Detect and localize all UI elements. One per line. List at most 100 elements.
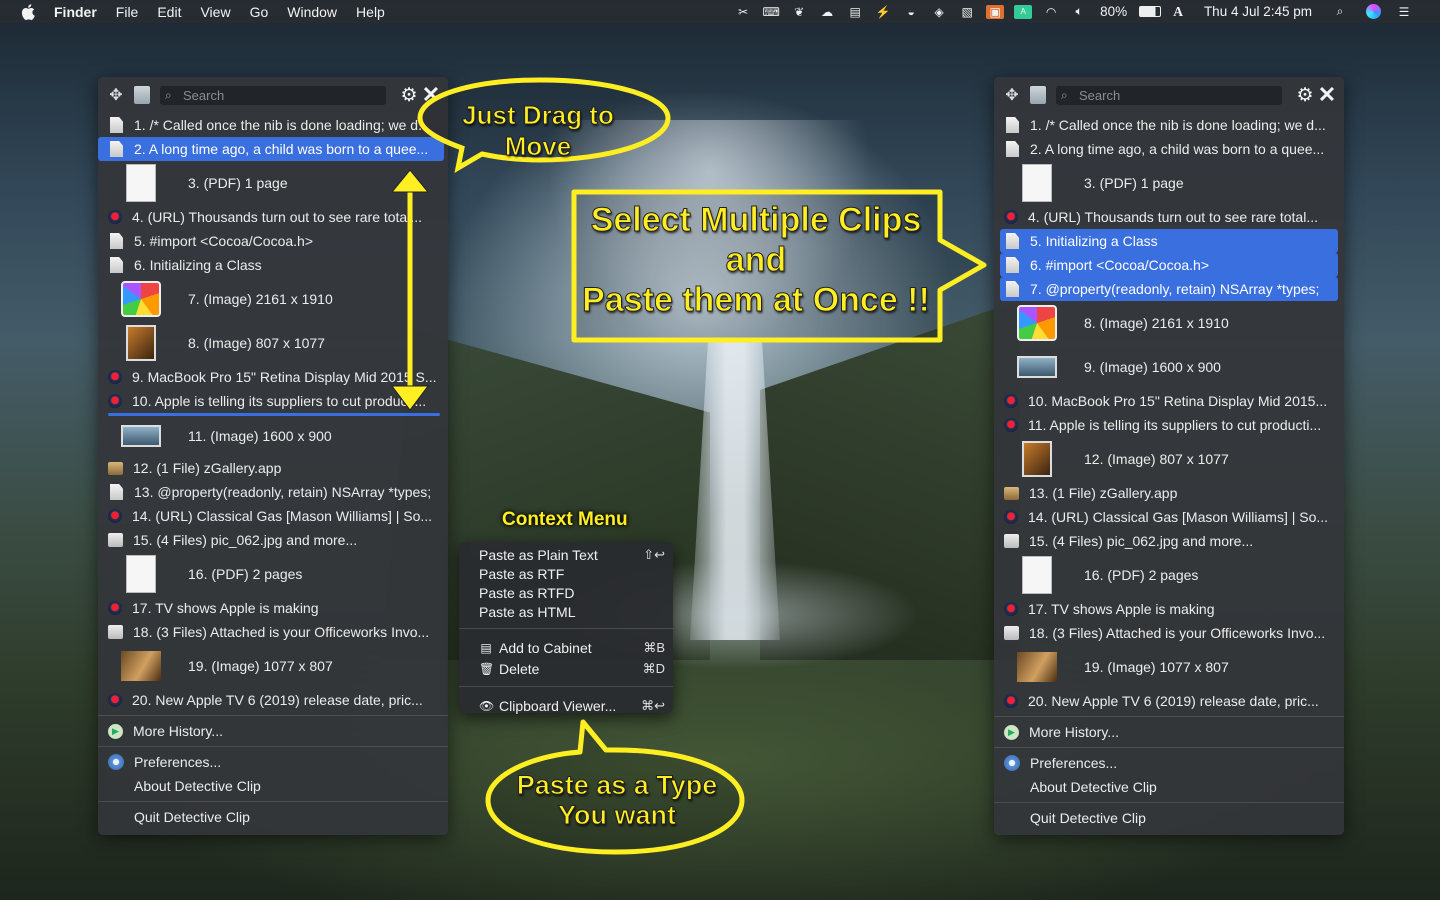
gear-icon[interactable]: ⚙ bbox=[398, 84, 420, 106]
more-history-item[interactable]: ▶ More History... bbox=[98, 719, 448, 743]
clip-row[interactable]: 6. Initializing a Class bbox=[98, 253, 448, 277]
more-history-item[interactable]: ▶ More History... bbox=[994, 720, 1344, 744]
volume-icon[interactable]: 🔈︎ bbox=[1070, 4, 1088, 19]
photo-icon[interactable]: ▧ bbox=[958, 5, 976, 19]
paste-rtf-item[interactable]: Paste as RTF bbox=[459, 564, 673, 583]
notification-center-icon[interactable]: ☰ bbox=[1395, 5, 1413, 19]
wifi-icon[interactable]: ◠ bbox=[1042, 5, 1060, 19]
clip-row[interactable]: 14. (URL) Classical Gas [Mason Williams]… bbox=[994, 505, 1344, 529]
clip-row[interactable]: 18. (3 Files) Attached is your Officewor… bbox=[994, 621, 1344, 645]
about-item[interactable]: About Detective Clip bbox=[98, 774, 448, 798]
clipboard-viewer-item[interactable]: 👁︎ Clipboard Viewer... ⌘↩ bbox=[459, 695, 673, 716]
menu-view[interactable]: View bbox=[200, 4, 230, 20]
paste-rtfd-item[interactable]: Paste as RTFD bbox=[459, 583, 673, 602]
evernote-icon[interactable]: ❦ bbox=[790, 5, 808, 19]
clip-app-icon[interactable]: ▣ bbox=[986, 4, 1005, 19]
apple-icon[interactable] bbox=[18, 2, 38, 22]
clipboard-viewer-shortcut: ⌘↩ bbox=[641, 697, 665, 713]
quit-item[interactable]: Quit Detective Clip bbox=[98, 805, 448, 829]
clip-row[interactable]: 19. (Image) 1077 x 807 bbox=[994, 645, 1344, 689]
clip-row[interactable]: 12. (Image) 807 x 1077 bbox=[994, 437, 1344, 481]
clock[interactable]: Thu 4 Jul 2:45 pm bbox=[1204, 4, 1312, 19]
lightning-icon[interactable]: ⚡ bbox=[874, 5, 892, 19]
clip-row-selected[interactable]: 7. @property(readonly, retain) NSArray *… bbox=[1000, 277, 1338, 301]
about-item[interactable]: About Detective Clip bbox=[994, 775, 1344, 799]
battery-icon[interactable] bbox=[1139, 6, 1162, 17]
drive-icon[interactable]: ◒ bbox=[902, 5, 920, 19]
preferences-item[interactable]: Preferences... bbox=[98, 750, 448, 774]
siri-icon[interactable] bbox=[1366, 4, 1381, 19]
clip-row[interactable]: 16. (PDF) 2 pages bbox=[994, 553, 1344, 597]
clip-row[interactable]: 3. (PDF) 1 page bbox=[994, 161, 1344, 205]
menu-window[interactable]: Window bbox=[287, 4, 337, 20]
clip-row[interactable]: 4. (URL) Thousands turn out to see rare … bbox=[994, 205, 1344, 229]
spotlight-icon[interactable]: ⌕ bbox=[1331, 4, 1349, 19]
image-thumbnail bbox=[126, 325, 156, 361]
clip-row[interactable]: 15. (4 Files) pic_062.jpg and more... bbox=[98, 528, 448, 552]
quit-item[interactable]: Quit Detective Clip bbox=[994, 806, 1344, 830]
search-placeholder: Search bbox=[1079, 87, 1121, 103]
clip-row[interactable]: 13. @property(readonly, retain) NSArray … bbox=[98, 480, 448, 504]
dropbox-icon[interactable]: ◈ bbox=[930, 5, 948, 19]
dock-icon[interactable]: ▤ bbox=[846, 5, 864, 19]
menu-app-name[interactable]: Finder bbox=[54, 4, 97, 20]
search-input[interactable]: ⌕ Search bbox=[160, 85, 386, 105]
clipboard-icon[interactable] bbox=[134, 86, 150, 104]
clip-label: 13. @property(readonly, retain) NSArray … bbox=[134, 484, 432, 500]
close-icon[interactable]: ✕ bbox=[1316, 82, 1338, 107]
paste-plain-text-item[interactable]: Paste as Plain Text ⇧↩ bbox=[459, 545, 673, 564]
clip-row[interactable]: 8. (Image) 807 x 1077 bbox=[98, 321, 448, 365]
clip-row[interactable]: 18. (3 Files) Attached is your Officewor… bbox=[98, 620, 448, 644]
clip-row[interactable]: 4. (URL) Thousands turn out to see rare … bbox=[98, 205, 448, 229]
clip-row[interactable]: 11. Apple is telling its suppliers to cu… bbox=[994, 413, 1344, 437]
keyboard-icon[interactable]: ⌨ bbox=[762, 5, 780, 19]
cloud-upload-icon[interactable]: ☁ bbox=[818, 5, 836, 19]
clip-row[interactable]: 13. (1 File) zGallery.app bbox=[994, 481, 1344, 505]
clip-row[interactable]: 1. /* Called once the nib is done loadin… bbox=[98, 113, 448, 137]
clip-row[interactable]: 16. (PDF) 2 pages bbox=[98, 552, 448, 596]
input-source-indicator[interactable]: A bbox=[1173, 4, 1183, 20]
clip-row[interactable]: 15. (4 Files) pic_062.jpg and more... bbox=[994, 529, 1344, 553]
preferences-item[interactable]: Preferences... bbox=[994, 751, 1344, 775]
clip-row[interactable]: 19. (Image) 1077 x 807 bbox=[98, 644, 448, 688]
separator bbox=[98, 746, 448, 747]
gear-icon[interactable]: ⚙ bbox=[1294, 84, 1316, 106]
move-icon[interactable]: ✥ bbox=[106, 85, 126, 105]
menu-help[interactable]: Help bbox=[356, 4, 385, 20]
clip-label: 1. /* Called once the nib is done loadin… bbox=[134, 117, 430, 133]
clip-row[interactable]: 7. (Image) 2161 x 1910 bbox=[98, 277, 448, 321]
clip-row[interactable]: 2. A long time ago, a child was born to … bbox=[994, 137, 1344, 161]
clip-row[interactable]: 8. (Image) 2161 x 1910 bbox=[994, 301, 1344, 345]
clip-row[interactable]: 5. #import <Cocoa/Cocoa.h> bbox=[98, 229, 448, 253]
paste-html-item[interactable]: Paste as HTML bbox=[459, 602, 673, 621]
clip-row[interactable]: 20. New Apple TV 6 (2019) release date, … bbox=[98, 688, 448, 712]
clip-row[interactable]: 9. MacBook Pro 15" Retina Display Mid 20… bbox=[98, 365, 448, 389]
clip-row[interactable]: 20. New Apple TV 6 (2019) release date, … bbox=[994, 689, 1344, 713]
clip-row[interactable]: 12. (1 File) zGallery.app bbox=[98, 456, 448, 480]
delete-item[interactable]: 🗑︎ Delete ⌘D bbox=[459, 658, 673, 679]
move-icon[interactable]: ✥ bbox=[1002, 85, 1022, 105]
add-to-cabinet-shortcut: ⌘B bbox=[643, 639, 665, 655]
clip-row-selected[interactable]: 2. A long time ago, a child was born to … bbox=[98, 137, 444, 161]
clip-label: 17. TV shows Apple is making bbox=[1028, 601, 1215, 617]
clip-row[interactable]: 14. (URL) Classical Gas [Mason Williams]… bbox=[98, 504, 448, 528]
add-to-cabinet-item[interactable]: ▤ Add to Cabinet ⌘B bbox=[459, 637, 673, 658]
clip-label: 15. (4 Files) pic_062.jpg and more... bbox=[1029, 533, 1254, 549]
clip-row[interactable]: 3. (PDF) 1 page bbox=[98, 161, 448, 205]
clip-row[interactable]: 10. Apple is telling its suppliers to cu… bbox=[98, 389, 448, 413]
menu-edit[interactable]: Edit bbox=[157, 4, 181, 20]
clip-row-selected[interactable]: 5. Initializing a Class bbox=[1000, 229, 1338, 253]
clip-row[interactable]: 11. (Image) 1600 x 900 bbox=[98, 416, 448, 456]
clip-row[interactable]: 1. /* Called once the nib is done loadin… bbox=[994, 113, 1344, 137]
menu-go[interactable]: Go bbox=[250, 4, 269, 20]
clipboard-icon[interactable] bbox=[1030, 86, 1046, 104]
search-input[interactable]: ⌕ Search bbox=[1056, 85, 1282, 105]
clip-row-selected[interactable]: 6. #import <Cocoa/Cocoa.h> bbox=[1000, 253, 1338, 277]
clip-row[interactable]: 17. TV shows Apple is making bbox=[994, 597, 1344, 621]
status-app-icon[interactable]: A bbox=[1014, 4, 1033, 19]
scissors-icon[interactable]: ✂ bbox=[734, 5, 752, 19]
clip-row[interactable]: 17. TV shows Apple is making bbox=[98, 596, 448, 620]
clip-row[interactable]: 10. MacBook Pro 15" Retina Display Mid 2… bbox=[994, 389, 1344, 413]
menu-file[interactable]: File bbox=[116, 4, 139, 20]
clip-row[interactable]: 9. (Image) 1600 x 900 bbox=[994, 345, 1344, 389]
